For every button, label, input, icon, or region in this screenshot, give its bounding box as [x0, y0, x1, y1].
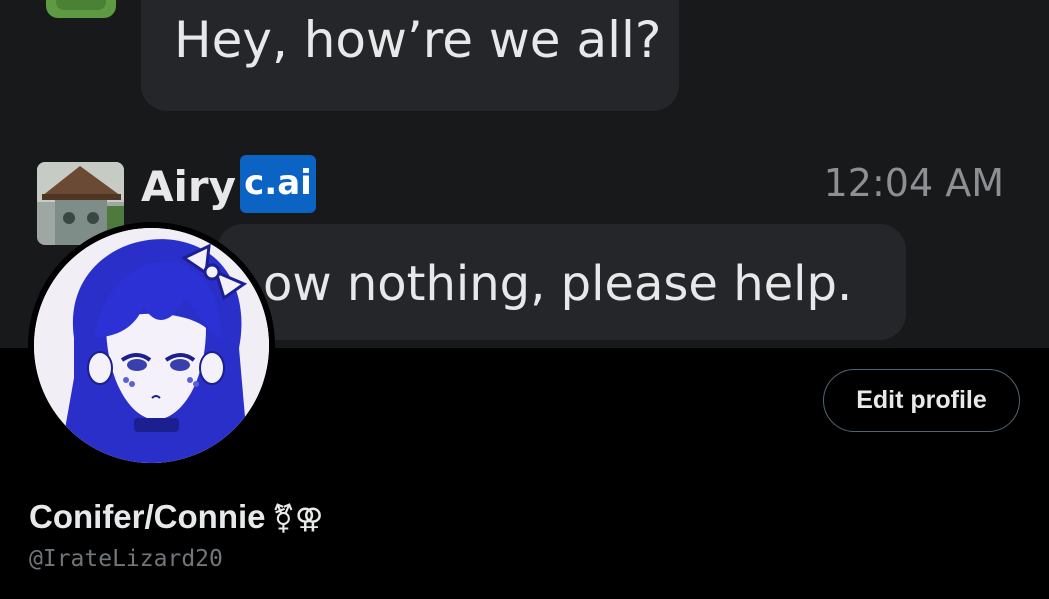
- display-name: Conifer/Connie ⚧⚢: [29, 498, 323, 538]
- previous-sender-avatar: [46, 0, 116, 18]
- cai-badge: c.ai: [240, 155, 316, 213]
- chat-message-bubble: Hey, how’re we all?: [141, 0, 679, 111]
- gender-symbols: ⚧⚢: [271, 502, 324, 535]
- edit-profile-button[interactable]: Edit profile: [823, 369, 1020, 432]
- message-timestamp: 12:04 AM: [823, 161, 1004, 205]
- sender-name: Airy: [141, 162, 236, 211]
- chat-message-text: Hey, how’re we all?: [174, 11, 662, 69]
- chat-message-text: ow nothing, please help.: [263, 256, 853, 312]
- chat-message-bubble: ow nothing, please help.: [217, 224, 906, 340]
- avatar-illustration: [34, 228, 269, 463]
- display-name-text: Conifer/Connie: [29, 498, 266, 535]
- profile-avatar[interactable]: [28, 222, 275, 469]
- user-handle: @IrateLizard20: [29, 546, 223, 572]
